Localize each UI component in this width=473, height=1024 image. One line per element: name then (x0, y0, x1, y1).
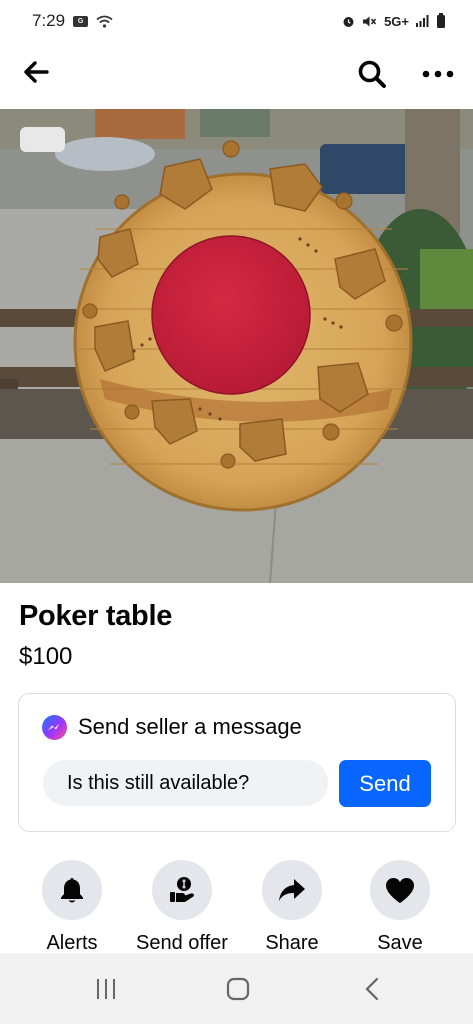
message-input[interactable] (43, 760, 328, 806)
status-time: 7:29 (32, 11, 66, 30)
search-button[interactable] (352, 54, 392, 94)
wifi-icon (96, 15, 113, 28)
share-button[interactable]: Share (232, 860, 352, 955)
listing-photo[interactable] (0, 109, 473, 583)
send-offer-circle (152, 860, 212, 920)
status-left: 7:29 G (32, 11, 113, 31)
offer-icon (170, 877, 194, 902)
back-button[interactable] (18, 54, 54, 90)
arrow-left-icon (24, 61, 49, 83)
status-bar: 7:29 G 5G+ (0, 0, 473, 42)
more-horizontal-icon (422, 70, 454, 78)
messenger-icon (42, 714, 67, 740)
recent-apps-button[interactable] (81, 971, 131, 1007)
bell-icon (61, 878, 83, 903)
message-header: Send seller a message (42, 714, 302, 740)
save-label: Save (377, 932, 423, 954)
send-button[interactable]: Send (339, 760, 431, 807)
send-offer-label: Send offer (136, 932, 228, 954)
heart-icon (386, 877, 414, 903)
search-icon (358, 60, 386, 88)
listing-title: Poker table (19, 600, 173, 632)
alarm-icon (343, 16, 354, 27)
app-bar (0, 42, 473, 108)
listing-price: $100 (19, 643, 73, 670)
alerts-circle (42, 860, 102, 920)
recent-apps-icon (97, 979, 115, 999)
save-circle (370, 860, 430, 920)
poker-table-image (0, 109, 473, 583)
home-icon (226, 977, 250, 1001)
signal-icon (416, 15, 429, 27)
more-options-button[interactable] (418, 54, 458, 94)
share-label: Share (265, 932, 319, 954)
back-icon (365, 977, 379, 1001)
battery-icon (437, 12, 445, 28)
action-row: Alerts Send offer Share Save (0, 860, 473, 955)
status-right: 5G+ (342, 12, 445, 29)
system-nav-bar (0, 953, 473, 1024)
share-circle (262, 860, 322, 920)
system-back-button[interactable] (347, 971, 397, 1007)
alerts-button[interactable]: Alerts (12, 860, 132, 955)
save-button[interactable]: Save (340, 860, 460, 955)
message-header-label: Send seller a message (78, 714, 302, 739)
alerts-label: Alerts (46, 932, 98, 954)
send-offer-button[interactable]: Send offer (122, 860, 242, 955)
gallery-icon: G (73, 15, 89, 27)
mute-icon (363, 16, 377, 26)
home-button[interactable] (213, 971, 263, 1007)
network-type: 5G+ (384, 13, 409, 29)
share-arrow-icon (279, 879, 305, 901)
message-seller-card: Send seller a message Send (18, 693, 456, 832)
